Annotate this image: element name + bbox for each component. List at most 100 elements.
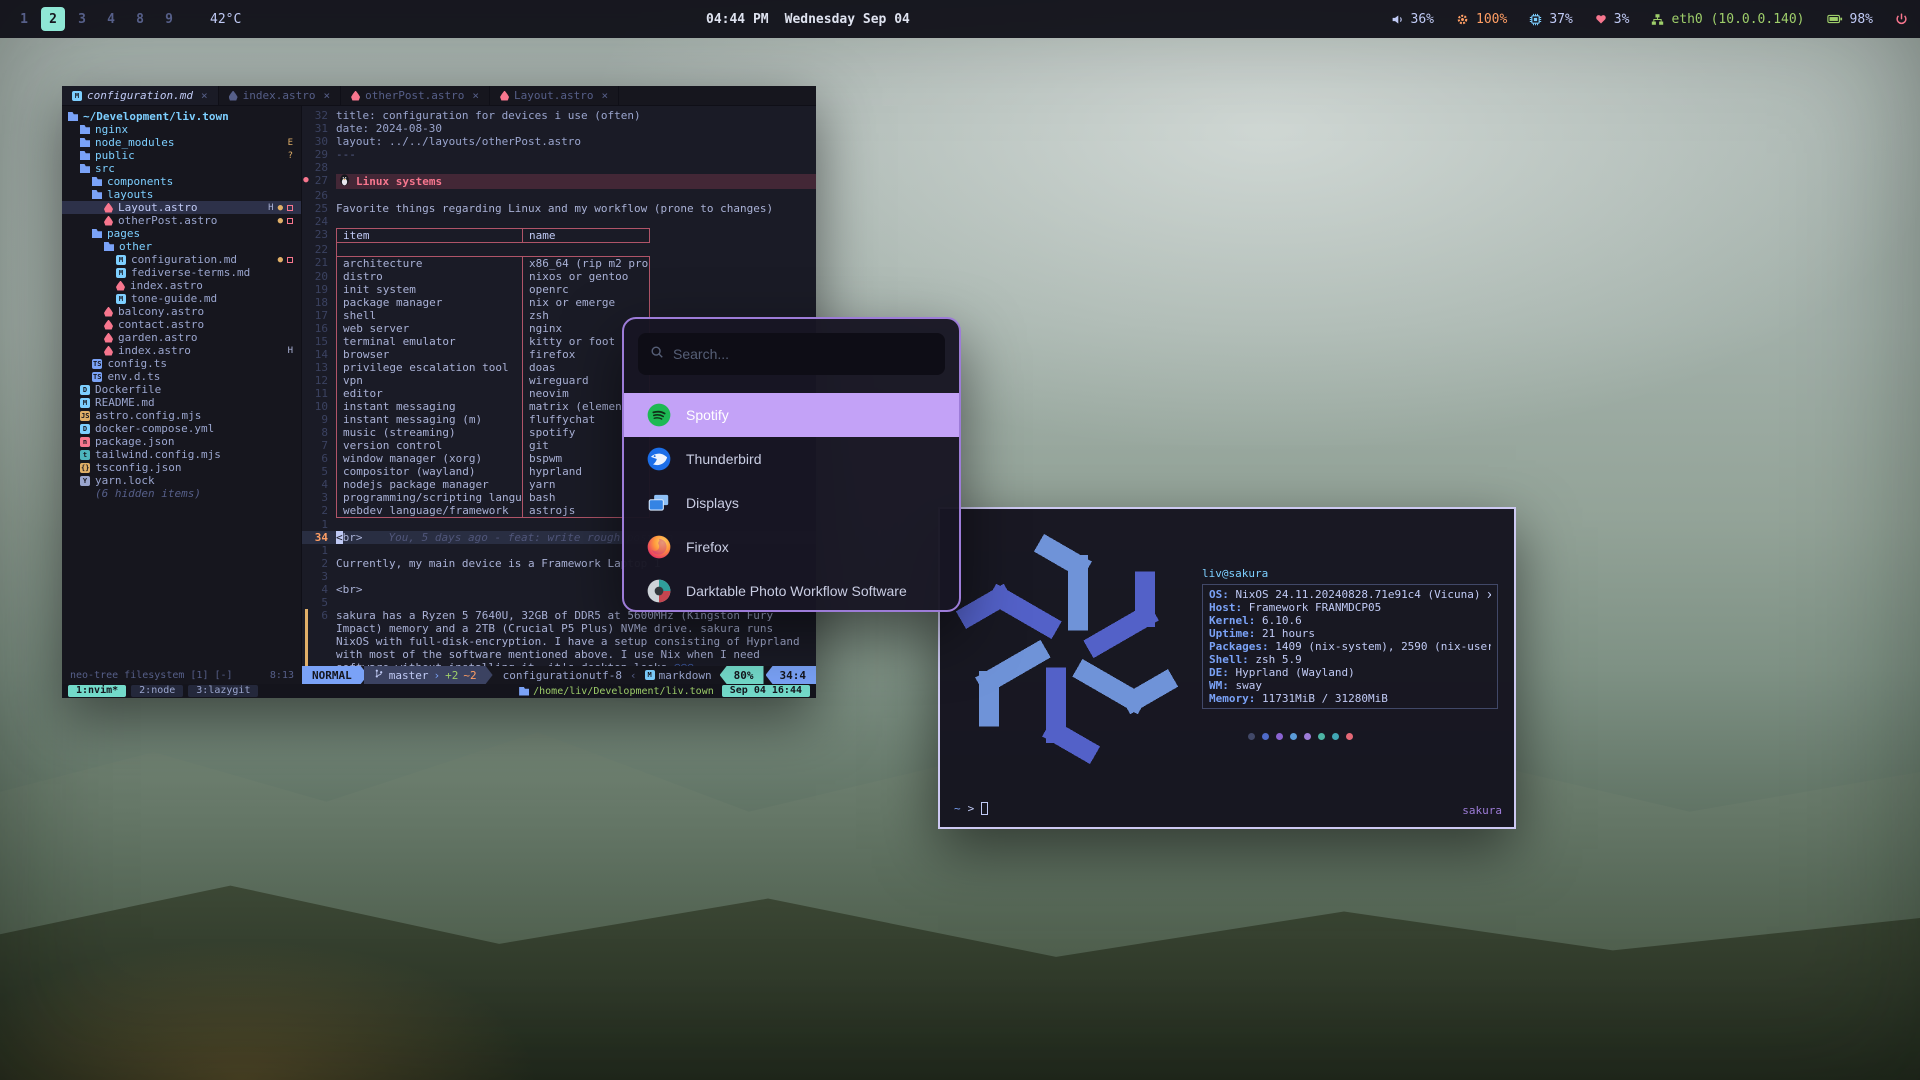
line-number: 32 xyxy=(310,109,336,122)
tree-item[interactable]: (6 hidden items) xyxy=(62,487,301,500)
workspace-button-4[interactable]: 4 xyxy=(99,7,123,31)
git-staged-badge xyxy=(287,257,293,263)
temperature-module[interactable]: 42°C xyxy=(203,12,241,27)
thunderbird-icon xyxy=(646,446,672,472)
tree-item[interactable]: TSenv.d.ts xyxy=(62,370,301,383)
tree-item[interactable]: JSastro.config.mjs xyxy=(62,409,301,422)
info-label: Memory: xyxy=(1209,692,1262,705)
info-label: Host: xyxy=(1209,601,1249,614)
diagnostic-sign xyxy=(305,609,308,666)
md-table-row: music (streaming)spotify xyxy=(336,426,650,439)
tree-item[interactable]: ttailwind.config.mjs xyxy=(62,448,301,461)
launcher-item-spotify[interactable]: Spotify xyxy=(624,393,959,437)
git-modified-badge: ● xyxy=(278,255,283,265)
tab-label: Layout.astro xyxy=(514,89,593,102)
tree-item[interactable]: Mtone-guide.md xyxy=(62,292,301,305)
git-status-badges: E xyxy=(288,138,293,148)
tree-item-label: env.d.ts xyxy=(107,370,160,383)
network-icon xyxy=(1651,13,1664,26)
module-brightness[interactable]: 100% xyxy=(1456,12,1507,27)
tab-close-icon[interactable]: × xyxy=(602,89,609,102)
tab-otherPost.astro[interactable]: otherPost.astro × xyxy=(341,86,490,105)
tree-item[interactable]: index.astro xyxy=(62,279,301,292)
line-text: Favorite things regarding Linux and my w… xyxy=(336,202,773,215)
tree-item[interactable]: Mconfiguration.md● xyxy=(62,253,301,266)
tree-item[interactable]: contact.astro xyxy=(62,318,301,331)
tree-item[interactable]: components xyxy=(62,175,301,188)
tree-item[interactable]: ~/Development/liv.town xyxy=(62,110,301,123)
launcher-item-firefox[interactable]: Firefox xyxy=(624,525,959,569)
tree-item[interactable]: pages xyxy=(62,227,301,240)
fastfetch-info-line: Memory: 11731MiB / 31280MiB xyxy=(1209,692,1491,705)
tree-item-label: Dockerfile xyxy=(95,383,161,396)
workspace-button-8[interactable]: 8 xyxy=(128,7,152,31)
clock-module[interactable]: 04:44 PM Wednesday Sep 04 xyxy=(706,12,910,27)
tree-item[interactable]: nginx xyxy=(62,123,301,136)
info-value: 21 hours xyxy=(1262,627,1315,640)
tree-item-label: tone-guide.md xyxy=(131,292,217,305)
workspace-button-2[interactable]: 2 xyxy=(41,7,65,31)
tree-item[interactable]: index.astroH xyxy=(62,344,301,357)
module-battery[interactable]: 98% xyxy=(1827,12,1873,27)
tab-close-icon[interactable]: × xyxy=(472,89,479,102)
tab-Layout.astro[interactable]: Layout.astro × xyxy=(490,86,619,105)
module-power[interactable] xyxy=(1895,13,1908,26)
module-volume[interactable]: 36% xyxy=(1391,12,1434,27)
git-staged-badge xyxy=(287,205,293,211)
launcher-search[interactable] xyxy=(638,333,945,375)
tree-item[interactable]: balcony.astro xyxy=(62,305,301,318)
tree-item[interactable]: MREADME.md xyxy=(62,396,301,409)
workspace-switcher: 123489 xyxy=(12,7,181,31)
astro-icon xyxy=(104,320,113,330)
tree-item[interactable]: Yyarn.lock xyxy=(62,474,301,487)
launcher-item-darktable-photo-workflow-software[interactable]: Darktable Photo Workflow Software xyxy=(624,569,959,612)
tree-item[interactable]: node_modulesE xyxy=(62,136,301,149)
tree-item[interactable]: garden.astro xyxy=(62,331,301,344)
table-cell-item: nodejs package manager xyxy=(337,478,523,491)
line-number: 5 xyxy=(310,465,336,478)
launcher-item-displays[interactable]: Displays xyxy=(624,481,959,525)
tree-item[interactable]: otherPost.astro● xyxy=(62,214,301,227)
folder-open-icon xyxy=(104,242,114,251)
tab-configuration.md[interactable]: Mconfiguration.md× xyxy=(62,86,219,105)
tree-item[interactable]: TSconfig.ts xyxy=(62,357,301,370)
tab-close-icon[interactable]: × xyxy=(323,89,330,102)
tmux-window-3:lazygit[interactable]: 3:lazygit xyxy=(188,685,258,697)
launcher-item-thunderbird[interactable]: Thunderbird xyxy=(624,437,959,481)
module-network[interactable]: eth0 (10.0.0.140) xyxy=(1651,12,1804,27)
tree-item-label: fediverse-terms.md xyxy=(131,266,250,279)
tree-item[interactable]: {}tsconfig.json xyxy=(62,461,301,474)
table-cell-item: web server xyxy=(337,322,523,335)
tree-item[interactable]: layouts xyxy=(62,188,301,201)
tmux-session-path: /home/liv/Development/liv.town xyxy=(519,686,714,697)
shell-prompt[interactable]: ~ > xyxy=(954,802,988,815)
tmux-window-1:nvim*[interactable]: 1:nvim* xyxy=(68,685,126,697)
tree-item[interactable]: DDockerfile xyxy=(62,383,301,396)
workspace-button-3[interactable]: 3 xyxy=(70,7,94,31)
clock-date: Wednesday Sep 04 xyxy=(785,12,910,27)
tree-item[interactable]: Layout.astroH● xyxy=(62,201,301,214)
line-number: 1 xyxy=(310,544,336,557)
tree-item[interactable]: npackage.json xyxy=(62,435,301,448)
info-value: 1409 (nix-system), 2590 (nix-user) xyxy=(1275,640,1491,653)
module-cpu[interactable]: 37% xyxy=(1529,12,1572,27)
search-input[interactable] xyxy=(673,346,933,362)
module-memory[interactable]: 3% xyxy=(1595,12,1630,27)
mode-indicator: NORMAL xyxy=(302,666,368,684)
workspace-button-9[interactable]: 9 xyxy=(157,7,181,31)
tree-item[interactable]: other xyxy=(62,240,301,253)
tree-item[interactable]: Mfediverse-terms.md xyxy=(62,266,301,279)
tree-item[interactable]: src xyxy=(62,162,301,175)
workspace-button-1[interactable]: 1 xyxy=(12,7,36,31)
tab-label: otherPost.astro xyxy=(365,89,464,102)
tab-close-icon[interactable]: × xyxy=(201,89,208,102)
tree-item[interactable]: public? xyxy=(62,149,301,162)
filetype-name: markdown xyxy=(659,669,712,682)
tmux-window-2:node[interactable]: 2:node xyxy=(131,685,183,697)
file-tree: ~/Development/liv.townnginxnode_modulesE… xyxy=(62,110,301,500)
fastfetch-info-line: OS: NixOS 24.11.20240828.71e91c4 (Vicuna… xyxy=(1209,588,1491,601)
tab-index.astro[interactable]: index.astro× xyxy=(219,86,341,105)
table-cell-item: programming/scripting language xyxy=(337,491,523,504)
md-table-row: browserfirefox xyxy=(336,348,650,361)
tree-item[interactable]: Ddocker-compose.yml xyxy=(62,422,301,435)
